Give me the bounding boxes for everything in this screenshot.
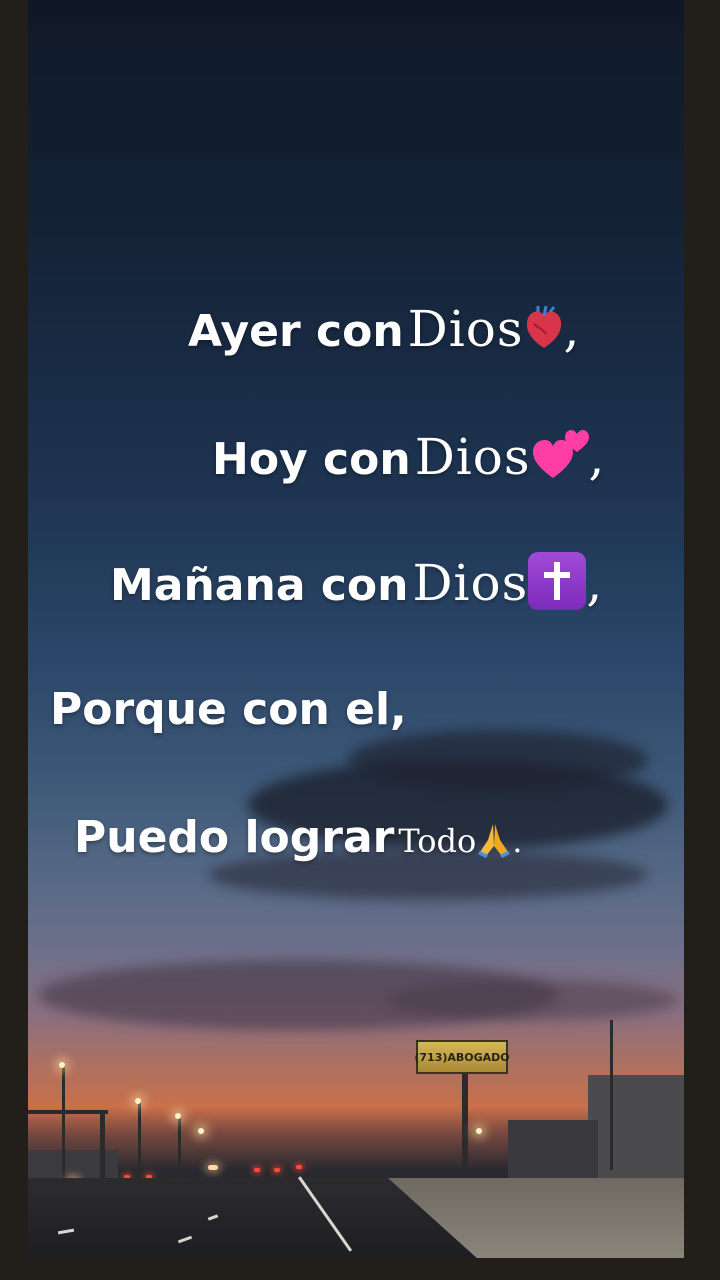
quote-line-5-punct: . — [512, 822, 523, 860]
billboard-sign: (713)ABOGADO — [414, 1040, 510, 1074]
building — [508, 1120, 598, 1180]
quote-line-3-lead: Mañana con — [110, 560, 409, 611]
quote-line-2-punct: , — [588, 428, 606, 486]
quote-line-3-punct: , — [586, 554, 604, 612]
cloud — [388, 980, 678, 1020]
car-headlight — [208, 1165, 218, 1170]
road-shoulder — [388, 1178, 684, 1258]
highway-road — [28, 1176, 684, 1258]
lane-marking — [298, 1176, 353, 1252]
quote-line-2: Hoy con Dios , — [212, 426, 605, 486]
two-hearts-icon — [531, 426, 589, 480]
street-lamp — [198, 1128, 204, 1134]
quote-line-1-lead: Ayer con — [188, 306, 404, 357]
folded-hands-icon — [476, 820, 512, 858]
building — [588, 1075, 684, 1185]
car-taillight — [274, 1168, 280, 1172]
quote-line-2-word: Dios — [414, 428, 531, 486]
quote-line-3: Mañana con Dios, — [110, 552, 603, 612]
street-light-pole — [178, 1115, 181, 1180]
street-lamp — [59, 1062, 65, 1068]
street-light-pole — [62, 1065, 65, 1185]
street-lamp — [175, 1113, 181, 1119]
sunset-highway-photo: (713)ABOGADO — [28, 0, 684, 1258]
quote-line-2-lead: Hoy con — [212, 434, 411, 485]
quote-line-1: Ayer con Dios , — [188, 300, 580, 358]
quote-line-5: Puedo lograr Todo . — [74, 812, 522, 863]
quote-line-1-punct: , — [563, 300, 581, 358]
lane-marking — [177, 1235, 193, 1244]
quote-line-5-word: Todo — [398, 822, 477, 860]
latin-cross-icon — [528, 552, 587, 610]
overhead-sign-beam — [28, 1110, 108, 1114]
quote-line-5-lead: Puedo lograr — [74, 812, 395, 863]
overhead-sign-post — [100, 1110, 105, 1180]
quote-line-4: Porque con el, — [50, 684, 407, 735]
lane-marking — [57, 1228, 75, 1235]
quote-line-1-word: Dios — [407, 300, 524, 358]
billboard-post — [462, 1074, 468, 1174]
street-lamp — [476, 1128, 482, 1134]
car-taillight — [254, 1168, 260, 1172]
street-light-pole — [138, 1100, 141, 1180]
anatomical-heart-icon — [524, 304, 564, 350]
cloud — [348, 730, 648, 790]
utility-pole — [610, 1020, 613, 1170]
quote-line-4-lead: Porque con el, — [50, 684, 407, 735]
quote-line-3-word: Dios — [412, 554, 529, 612]
lane-marking — [207, 1214, 219, 1221]
story-frame: (713)ABOGADO Ayer con Dios , Hoy con Dio… — [0, 0, 720, 1280]
car-taillight — [296, 1165, 302, 1169]
street-lamp — [135, 1098, 141, 1104]
